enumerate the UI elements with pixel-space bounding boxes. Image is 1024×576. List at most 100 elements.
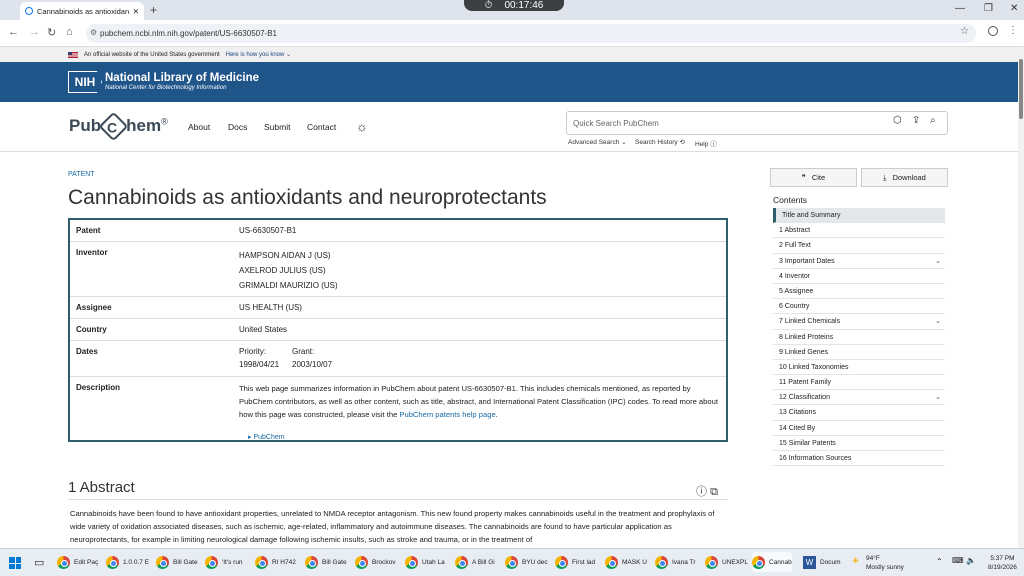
word-icon: W [803,555,816,569]
taskbar-app[interactable]: Cannab [752,552,792,572]
upload-icon[interactable]: ⇪ [912,115,920,126]
assignee-label: Assignee [76,303,112,312]
toc-item[interactable]: 8 Linked Proteins [773,330,945,345]
browser-tab[interactable]: Cannabinoids as antioxidants a ✕ [20,2,144,20]
reload-button[interactable]: ↻ [47,26,56,39]
taskbar-app[interactable]: Bill Gate [156,552,198,572]
taskbar-app[interactable]: BYU dec [505,552,548,572]
toc-item[interactable]: 10 Linked Taxonomies [773,360,945,376]
toc-item[interactable]: 9 Linked Genes [773,345,945,360]
nlm-title[interactable]: National Library of Medicine [105,72,259,84]
toc-item[interactable]: 1 Abstract [773,223,945,239]
chevron-down-icon[interactable]: ⌄ [935,254,941,269]
bookmark-star-icon[interactable]: ☆ [960,26,969,37]
tray-chevron-icon[interactable]: ⌃ [936,557,943,566]
nav-submit[interactable]: Submit [264,122,290,132]
taskbar-app-label: Bill Gate [173,558,198,566]
page-scrollbar[interactable] [1018,47,1024,548]
quick-search-input[interactable]: Quick Search PubChem [566,111,948,135]
taskbar-app[interactable]: 1.0.0.7 E [106,552,149,572]
toc-item[interactable]: 12 Classification ⌄ [773,390,945,406]
nav-contact[interactable]: Contact [307,122,336,132]
minimize-button[interactable]: — [955,3,965,14]
home-button[interactable]: ⌂ [66,26,73,38]
taskbar-app[interactable]: Ivana Tr [655,552,695,572]
download-button[interactable]: ⤓ Download [861,168,948,187]
task-view-icon[interactable]: ▭ [34,556,44,569]
toc-item[interactable]: 7 Linked Chemicals ⌄ [773,314,945,330]
toc-item-label: 7 Linked Chemicals [779,318,841,326]
weather-widget[interactable]: 94°F Mostly sunny [866,554,904,572]
taskbar-app-label: Bill Gate [322,558,347,566]
open-external-icon[interactable]: ⧉ [710,486,718,498]
toc-item[interactable]: 14 Cited By [773,421,945,436]
scrollbar-thumb[interactable] [1019,59,1023,119]
structure-search-icon[interactable]: ⬡ [893,115,902,126]
inventor-list: HAMPSON AIDAN J (US) AXELROD JULIUS (US)… [239,248,338,293]
toc-item[interactable]: 16 Information Sources [773,451,945,467]
taskbar-app-label: Brockov [372,558,396,566]
toc-item[interactable]: 4 Inventor [773,269,945,284]
toc-item[interactable]: Title and Summary [773,208,945,224]
theme-toggle-sun-icon[interactable]: ☼ [356,119,368,134]
back-button[interactable]: ← [8,26,19,38]
nav-docs[interactable]: Docs [228,122,247,132]
gov-banner-link[interactable]: Here is how you know ⌄ [226,51,291,58]
toc-item[interactable]: 15 Similar Patents [773,436,945,451]
chevron-down-icon[interactable]: ⌄ [935,390,941,405]
address-bar[interactable]: ⚙ pubchem.ncbi.nlm.nih.gov/patent/US-663… [86,24,976,43]
browser-menu-icon[interactable]: ⋮ [1008,25,1018,36]
us-flag-icon [68,51,78,58]
toc-item[interactable]: 2 Full Text [773,238,945,254]
toc-item[interactable]: 13 Citations [773,405,945,421]
search-icon[interactable]: ⌕ [930,115,936,126]
stopwatch-icon: ⏱ [484,0,493,11]
toc-item-label: 5 Assignee [779,287,814,295]
inventor-item[interactable]: GRIMALDI MAURIZIO (US) [239,278,338,293]
taskbar-app[interactable]: Utah La [405,552,445,572]
search-history-link[interactable]: Search History ⟲ [635,138,685,146]
toc-item[interactable]: 11 Patent Family [773,375,945,391]
toc-item[interactable]: 3 Important Dates ⌄ [773,254,945,269]
inventor-item[interactable]: HAMPSON AIDAN J (US) [239,248,338,263]
network-icon[interactable]: ⌨ [952,556,964,565]
taskbar-app[interactable]: MASK U [605,552,647,572]
nih-logo[interactable]: NIH [68,71,102,93]
close-tab-icon[interactable]: ✕ [133,7,139,16]
chevron-down-icon[interactable]: ⌄ [935,314,941,329]
advanced-search-link[interactable]: Advanced Search ⌄ [568,138,627,146]
description-row: Description This web page summarizes inf… [70,377,726,441]
new-tab-button[interactable]: + [150,3,157,17]
taskbar-app[interactable]: First lad [555,552,595,572]
toc-item[interactable]: 5 Assignee [773,284,945,300]
restore-button[interactable]: ❐ [984,3,993,14]
volume-icon[interactable]: 🔈 [966,556,976,565]
help-circle-icon[interactable]: ⓘ [696,486,707,498]
taskbar-app[interactable]: UNEXPL [705,552,748,572]
toc-item[interactable]: 6 Country [773,299,945,315]
windows-start-icon[interactable] [9,557,21,569]
cite-button[interactable]: ❞ Cite [770,168,857,187]
table-of-contents: Title and Summary 1 Abstract 2 Full Text 3 … [773,208,945,467]
taskbar-app[interactable]: A Bill Gi [455,552,495,572]
profile-icon[interactable] [988,26,998,36]
taskbar-app[interactable]: Brockov [355,552,395,572]
close-window-button[interactable]: ✕ [1010,3,1018,14]
help-link[interactable]: Help ⓘ [695,138,717,148]
taskbar-app[interactable]: W Docum [803,552,841,572]
site-info-icon[interactable]: ⚙ [90,28,97,37]
assignee-value[interactable]: US HEALTH (US) [239,303,302,313]
pubchem-logo[interactable]: Pub Chem® [69,111,168,142]
taskbar-app[interactable]: 'It's run [205,552,243,572]
forward-button[interactable]: → [29,26,40,38]
system-clock[interactable]: 5:37 PM 8/19/2026 [988,554,1017,572]
inventor-item[interactable]: AXELROD JULIUS (US) [239,263,338,278]
nav-about[interactable]: About [188,122,210,132]
taskbar-app[interactable]: RI H742 [255,552,296,572]
taskbar-app[interactable]: Bill Gate [305,552,347,572]
pubchem-expand-link[interactable]: ▸ PubChem [248,433,285,441]
toc-item-label: 13 Citations [779,409,816,417]
patents-help-link[interactable]: PubChem patents help page [399,410,495,419]
inventor-row: Inventor HAMPSON AIDAN J (US) AXELROD JU… [70,242,726,297]
taskbar-app[interactable]: Edit Paç [57,552,98,572]
